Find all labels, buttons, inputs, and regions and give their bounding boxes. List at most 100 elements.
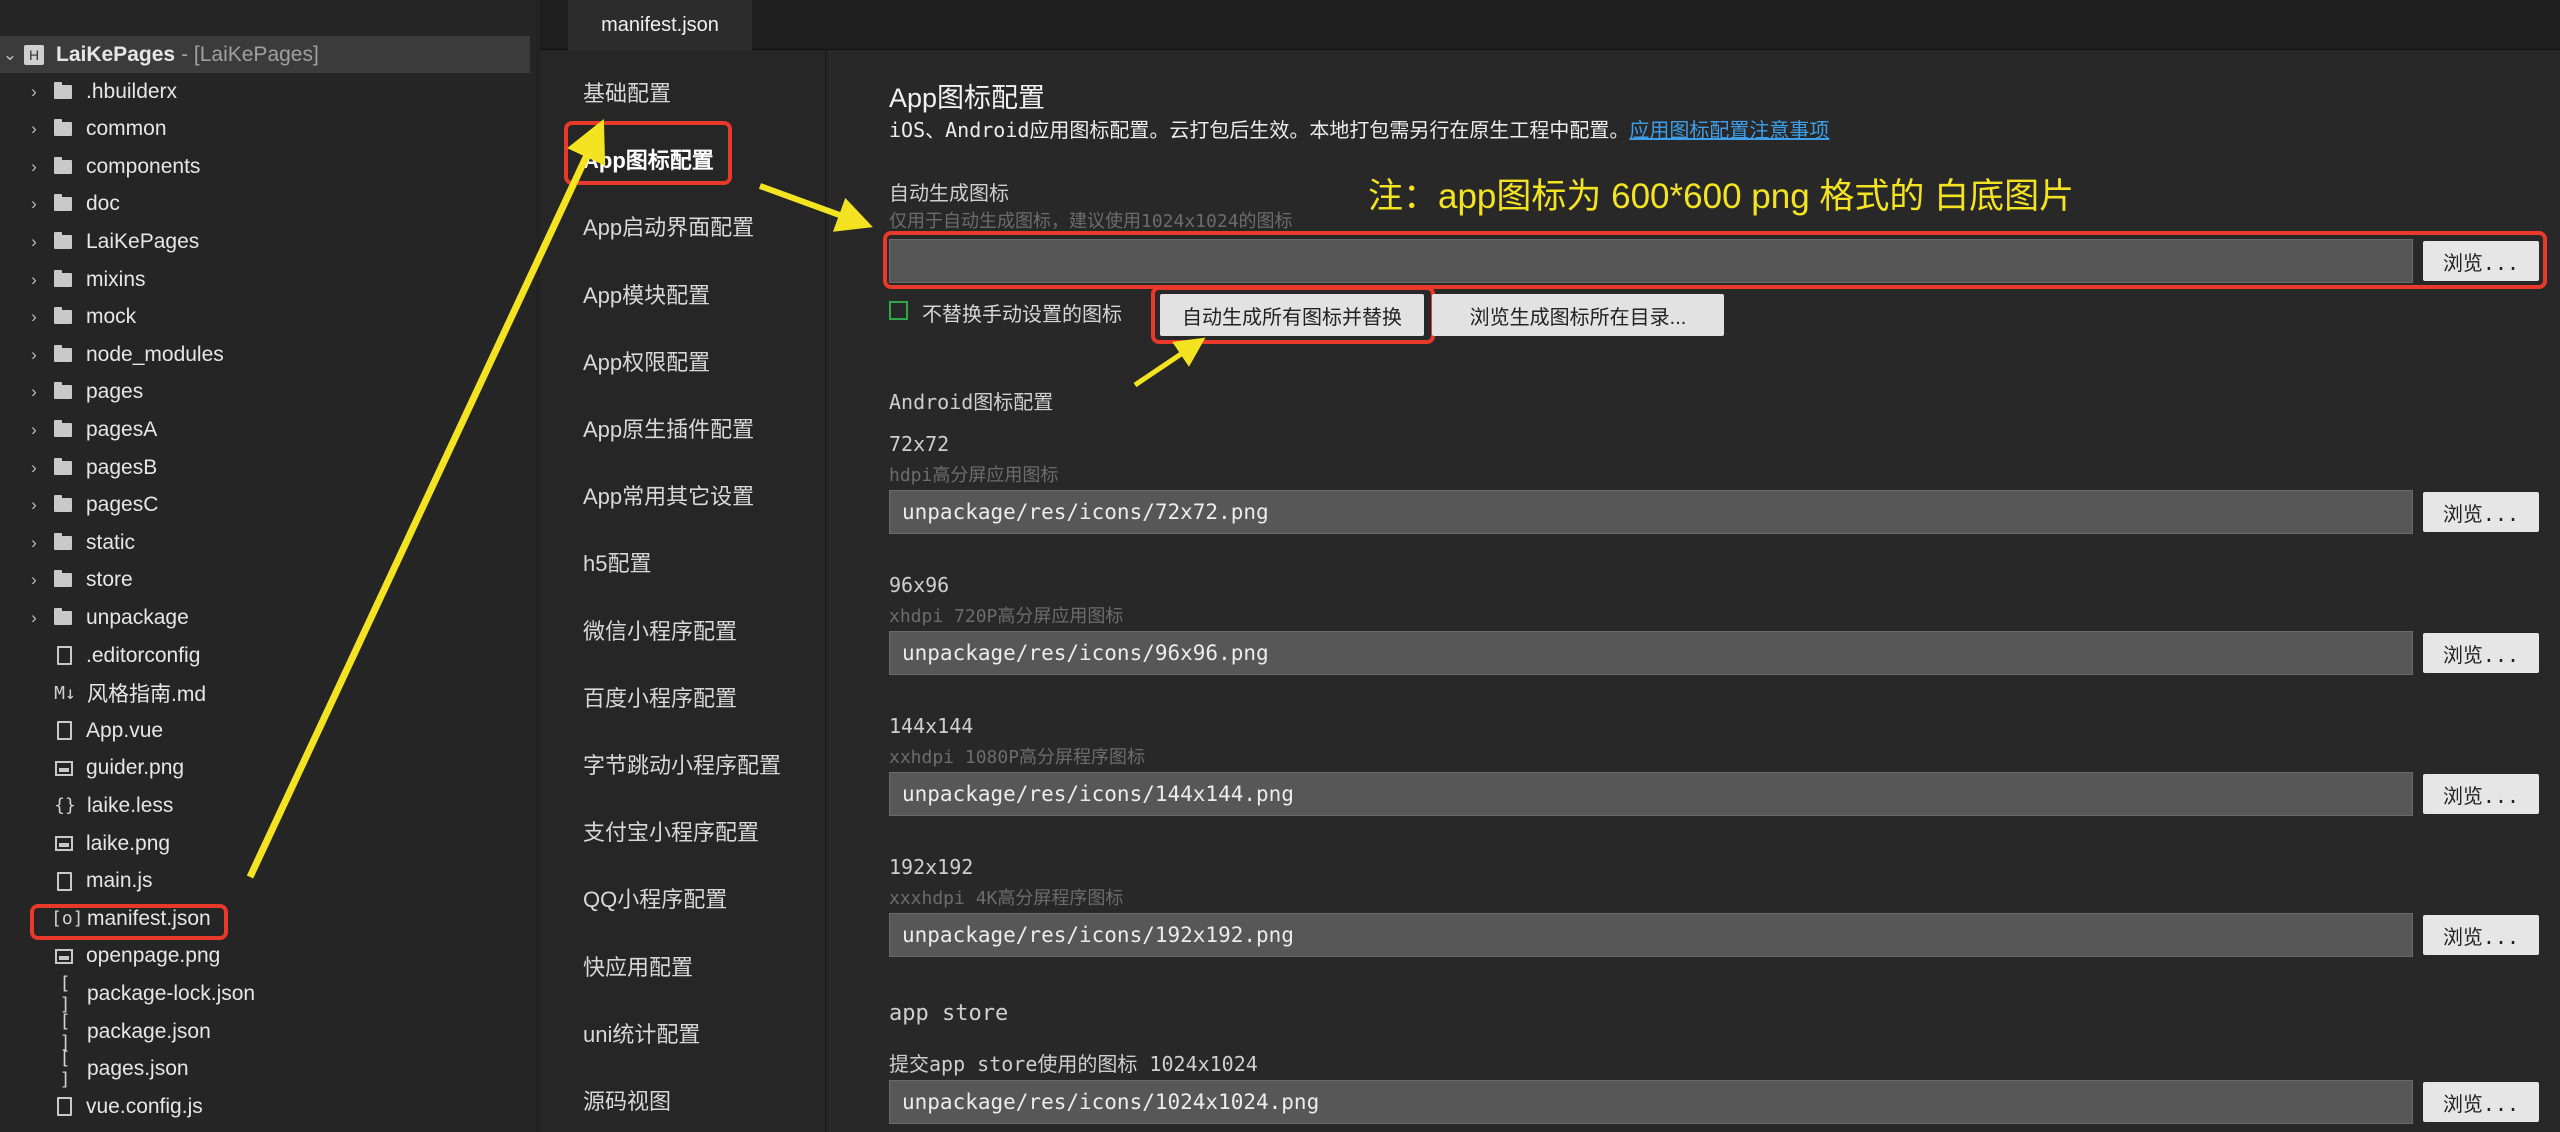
tree-item-label: common bbox=[86, 117, 167, 141]
android-icon-size: 192x192 bbox=[889, 855, 974, 879]
tree-item[interactable]: › doc bbox=[0, 186, 530, 223]
android-icon-path-input[interactable]: unpackage/res/icons/192x192.png bbox=[889, 913, 2413, 957]
tree-item[interactable]: › common bbox=[0, 111, 530, 148]
android-icon-path-input[interactable]: unpackage/res/icons/72x72.png bbox=[889, 490, 2413, 534]
tree-root[interactable]: ⌄ H LaiKePages - [LaiKePages] bbox=[0, 36, 530, 73]
no-replace-checkbox[interactable] bbox=[889, 301, 908, 320]
tree-item[interactable]: › pages bbox=[0, 374, 530, 411]
chevron-right-icon[interactable]: › bbox=[24, 119, 44, 139]
tree-item[interactable]: › LaiKePages bbox=[0, 223, 530, 260]
android-icon-browse-button[interactable]: 浏览... bbox=[2423, 492, 2539, 532]
tree-item[interactable]: › pagesB bbox=[0, 449, 530, 486]
chevron-right-icon[interactable]: › bbox=[24, 382, 44, 402]
tree-item[interactable]: › pagesA bbox=[0, 411, 530, 448]
config-nav-item[interactable]: QQ小程序配置 bbox=[583, 882, 727, 914]
tree-item[interactable]: main.js bbox=[0, 863, 530, 900]
folder-icon bbox=[54, 344, 72, 362]
page-title: App图标配置 bbox=[889, 83, 1046, 113]
tree-item[interactable]: [ ] package.json bbox=[0, 1011, 530, 1053]
android-icon-browse-button[interactable]: 浏览... bbox=[2423, 774, 2539, 814]
tree-item-label: manifest.json bbox=[87, 906, 211, 930]
icon-config-notes-link[interactable]: 应用图标配置注意事项 bbox=[1629, 118, 1829, 142]
android-icon-size: 72x72 bbox=[889, 432, 950, 456]
tree-item[interactable]: laike.png bbox=[0, 825, 530, 862]
tree-item[interactable]: .editorconfig bbox=[0, 637, 530, 674]
tree-item[interactable]: App.vue bbox=[0, 712, 530, 749]
config-nav-item[interactable]: App模块配置 bbox=[583, 278, 710, 310]
config-nav-item[interactable]: 百度小程序配置 bbox=[583, 681, 737, 713]
config-nav: 基础配置 App图标配置 App启动界面配置 App模块配置 App权限配置 App原生插… bbox=[540, 50, 826, 1132]
chevron-right-icon[interactable]: › bbox=[24, 608, 44, 628]
config-nav-item[interactable]: 字节跳动小程序配置 bbox=[583, 748, 781, 780]
android-icon-path-input[interactable]: unpackage/res/icons/144x144.png bbox=[889, 772, 2413, 816]
tree-item[interactable]: › mixins bbox=[0, 261, 530, 298]
tree-item[interactable]: › components bbox=[0, 148, 530, 185]
auto-generate-all-button[interactable]: 自动生成所有图标并替换 bbox=[1160, 294, 1424, 336]
appstore-browse-button[interactable]: 浏览... bbox=[2423, 1082, 2539, 1122]
folder-icon bbox=[54, 156, 72, 174]
config-nav-item[interactable]: App权限配置 bbox=[583, 345, 710, 377]
tree-item[interactable]: M↓ 风格指南.md bbox=[0, 675, 530, 712]
tree-item-label: LaiKePages bbox=[86, 229, 200, 253]
tree-item-label: 风格指南.md bbox=[87, 683, 207, 707]
chevron-down-icon[interactable]: ⌄ bbox=[0, 45, 20, 65]
config-nav-item[interactable]: 支付宝小程序配置 bbox=[583, 815, 759, 847]
config-nav-item[interactable]: 快应用配置 bbox=[583, 950, 693, 982]
config-nav-item[interactable]: App启动界面配置 bbox=[583, 210, 754, 242]
tree-item[interactable]: › .hbuilderx bbox=[0, 73, 530, 110]
android-icon-browse-button[interactable]: 浏览... bbox=[2423, 915, 2539, 955]
android-icon-desc: xhdpi 720P高分屏应用图标 bbox=[889, 606, 1124, 627]
config-nav-item[interactable]: App图标配置 bbox=[583, 143, 714, 175]
tree-item[interactable]: guider.png bbox=[0, 750, 530, 787]
tree-item[interactable]: [ ] pages.json bbox=[0, 1048, 530, 1090]
open-generated-dir-button[interactable]: 浏览生成图标所在目录... bbox=[1432, 294, 1724, 336]
tree-item[interactable]: vue.config.js bbox=[0, 1088, 530, 1125]
config-nav-item[interactable]: App常用其它设置 bbox=[583, 479, 754, 511]
tree-item[interactable]: [o] manifest.json bbox=[0, 900, 530, 937]
tree-item-label: laike.png bbox=[86, 831, 171, 855]
tree-item-label: main.js bbox=[86, 869, 153, 893]
config-nav-item[interactable]: App原生插件配置 bbox=[583, 412, 754, 444]
appstore-icon-input[interactable]: unpackage/res/icons/1024x1024.png bbox=[889, 1080, 2413, 1124]
config-nav-item[interactable]: h5配置 bbox=[583, 546, 651, 578]
tree-item[interactable]: › pagesC bbox=[0, 487, 530, 524]
appstore-label: 提交app store使用的图标 1024x1024 bbox=[889, 1052, 1258, 1076]
tree-item[interactable]: openpage.png bbox=[0, 938, 530, 975]
android-icon-browse-button[interactable]: 浏览... bbox=[2423, 633, 2539, 673]
chevron-right-icon[interactable]: › bbox=[24, 82, 44, 102]
chevron-right-icon[interactable]: › bbox=[24, 420, 44, 440]
file-icon bbox=[57, 871, 72, 891]
folder-icon bbox=[54, 570, 72, 588]
config-nav-item[interactable]: 微信小程序配置 bbox=[583, 614, 737, 646]
tree-item[interactable]: › unpackage bbox=[0, 599, 530, 636]
config-nav-item[interactable]: 源码视图 bbox=[583, 1084, 671, 1116]
auto-gen-browse-button[interactable]: 浏览... bbox=[2423, 241, 2539, 281]
config-nav-item[interactable]: 基础配置 bbox=[583, 76, 671, 108]
chevron-right-icon[interactable]: › bbox=[24, 307, 44, 327]
tree-item[interactable]: › store bbox=[0, 562, 530, 599]
android-icon-path-input[interactable]: unpackage/res/icons/96x96.png bbox=[889, 631, 2413, 675]
tree-item[interactable]: › static bbox=[0, 524, 530, 561]
tree-item[interactable]: › node_modules bbox=[0, 336, 530, 373]
chevron-right-icon[interactable]: › bbox=[24, 533, 44, 553]
chevron-right-icon[interactable]: › bbox=[24, 570, 44, 590]
chevron-right-icon[interactable]: › bbox=[24, 157, 44, 177]
chevron-right-icon[interactable]: › bbox=[24, 458, 44, 478]
chevron-right-icon[interactable]: › bbox=[24, 232, 44, 252]
tree-item[interactable]: › mock bbox=[0, 299, 530, 336]
tree-item-label: package.json bbox=[87, 1019, 211, 1043]
annotation-note: 注：app图标为 600*600 png 格式的 白底图片 bbox=[1368, 177, 2075, 216]
code-file-icon: [o] bbox=[51, 908, 84, 930]
chevron-right-icon[interactable]: › bbox=[24, 495, 44, 515]
appstore-heading: app store bbox=[889, 1001, 1009, 1026]
chevron-right-icon[interactable]: › bbox=[24, 194, 44, 214]
description-text: iOS、Android应用图标配置。云打包后生效。本地打包需另行在原生工程中配置… bbox=[889, 118, 1630, 142]
tree-item[interactable]: {} laike.less bbox=[0, 787, 530, 824]
tree-item[interactable]: [ ] package-lock.json bbox=[0, 973, 530, 1015]
tab-manifest-json[interactable]: manifest.json bbox=[568, 0, 752, 50]
auto-gen-icon-input[interactable] bbox=[889, 239, 2413, 283]
tree-item-label: pages bbox=[86, 380, 144, 404]
chevron-right-icon[interactable]: › bbox=[24, 270, 44, 290]
config-nav-item[interactable]: uni统计配置 bbox=[583, 1017, 700, 1049]
chevron-right-icon[interactable]: › bbox=[24, 345, 44, 365]
